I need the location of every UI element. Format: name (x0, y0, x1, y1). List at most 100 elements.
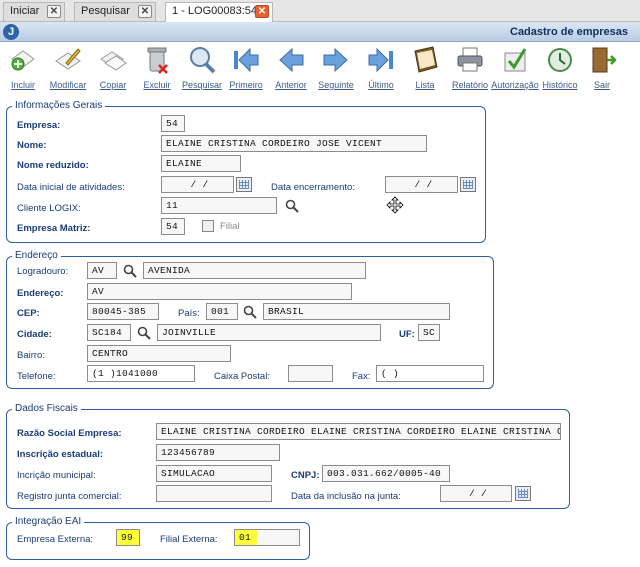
filial-checkbox[interactable] (202, 220, 214, 232)
uf-field[interactable]: SC (418, 324, 440, 341)
search-icon[interactable] (123, 264, 137, 278)
nome-reduzido-field[interactable]: ELAINE (161, 155, 241, 172)
data-inclusao-label: Data da inclusão na junta: (291, 491, 401, 502)
toolbar: Incluir Modificar Copiar Excluir Pesquis… (0, 42, 640, 92)
search-icon[interactable] (243, 305, 257, 319)
incluir-button[interactable]: Incluir (3, 45, 43, 91)
empresa-field[interactable]: 54 (161, 115, 185, 132)
razao-social-field[interactable]: ELAINE CRISTINA CORDEIRO ELAINE CRISTINA… (156, 423, 561, 440)
sair-button[interactable]: Sair (582, 45, 622, 91)
fax-label: Fax: (352, 371, 371, 382)
bairro-label: Bairro: (17, 350, 45, 361)
close-icon[interactable]: ✕ (47, 5, 61, 18)
nome-label: Nome: (17, 140, 47, 151)
last-icon (368, 47, 393, 73)
window-title-bar: J Cadastro de empresas (0, 22, 640, 42)
search-icon[interactable] (137, 326, 151, 340)
cidade-desc-field[interactable]: JOINVILLE (157, 324, 381, 341)
data-inicial-field[interactable]: / / (161, 176, 234, 193)
historico-button[interactable]: Histórico (540, 45, 580, 91)
telefone-field[interactable]: (1 )1041000 (87, 365, 195, 382)
tab-log00083[interactable]: 1 - LOG00083:54 ✕ (165, 2, 273, 22)
close-icon[interactable]: ✕ (255, 5, 269, 18)
endereco-field[interactable]: AV (87, 283, 352, 300)
data-inicial-label: Data inicial de atividades: (17, 182, 125, 193)
cidade-code-field[interactable]: SC184 (87, 324, 131, 341)
group-title: Endereço (12, 250, 61, 261)
data-encerramento-label: Data encerramento: (271, 182, 355, 193)
cliente-field[interactable]: 11 (161, 197, 277, 214)
copy-icon (100, 51, 127, 71)
logradouro-label: Logradouro: (17, 266, 69, 277)
tab-iniciar[interactable]: Iniciar ✕ (3, 2, 65, 21)
bairro-field[interactable]: CENTRO (87, 345, 231, 362)
authorization-icon (504, 48, 527, 72)
search-icon (190, 47, 216, 74)
primeiro-button[interactable]: Primeiro (226, 45, 266, 91)
filial-externa-label: Filial Externa: (160, 534, 218, 545)
filial-externa-field[interactable]: 01 (234, 529, 300, 546)
empresa-externa-label: Empresa Externa: (17, 534, 94, 545)
cliente-label: Cliente LOGIX: (17, 203, 81, 214)
empresa-matriz-field[interactable]: 54 (161, 218, 185, 235)
next-icon (323, 47, 348, 73)
copiar-button[interactable]: Copiar (93, 45, 133, 91)
exit-icon (592, 47, 616, 73)
relatorio-button[interactable]: Relatório (450, 45, 490, 91)
move-cursor-icon (386, 196, 404, 214)
app-logo-icon: J (3, 24, 19, 40)
caixa-postal-label: Caixa Postal: (214, 371, 270, 382)
add-icon (11, 50, 35, 71)
edit-icon (55, 48, 81, 70)
ultimo-button[interactable]: Último (361, 45, 401, 91)
pais-code-field[interactable]: 001 (206, 303, 238, 320)
cnpj-field[interactable]: 003.031.662/0005-40 (322, 465, 450, 482)
calendar-icon[interactable] (515, 486, 531, 501)
group-title: Dados Fiscais (12, 403, 81, 414)
delete-icon (147, 47, 168, 74)
inscricao-estadual-field[interactable]: 123456789 (156, 444, 280, 461)
search-icon[interactable] (285, 199, 299, 213)
cidade-label: Cidade: (17, 329, 52, 340)
history-icon (548, 48, 572, 72)
endereco-label: Endereço: (17, 288, 64, 299)
seguinte-button[interactable]: Seguinte (316, 45, 356, 91)
cnpj-label: CNPJ: (291, 470, 320, 481)
group-title: Informações Gerais (12, 100, 106, 111)
fax-field[interactable]: ( ) (376, 365, 484, 382)
cep-field[interactable]: 80045-385 (87, 303, 159, 320)
razao-social-label: Razão Social Empresa: (17, 428, 122, 439)
nome-field[interactable]: ELAINE CRISTINA CORDEIRO JOSE VICENT (161, 135, 427, 152)
tab-pesquisar[interactable]: Pesquisar ✕ (74, 2, 156, 21)
calendar-icon[interactable] (460, 177, 476, 192)
group-title: Integração EAI (12, 516, 85, 527)
excluir-button[interactable]: Excluir (137, 45, 177, 91)
logradouro-desc-field[interactable]: AVENIDA (143, 262, 366, 279)
tab-label: 1 - LOG00083:54 (172, 5, 258, 17)
first-icon (234, 47, 259, 73)
telefone-label: Telefone: (17, 371, 56, 382)
data-encerramento-field[interactable]: / / (385, 176, 458, 193)
calendar-icon[interactable] (236, 177, 252, 192)
data-inclusao-field[interactable]: / / (440, 485, 512, 502)
inscricao-municipal-field[interactable]: SIMULACAO (156, 465, 272, 482)
close-icon[interactable]: ✕ (138, 5, 152, 18)
pesquisar-button[interactable]: Pesquisar (182, 45, 222, 91)
logradouro-code-field[interactable]: AV (87, 262, 117, 279)
anterior-button[interactable]: Anterior (271, 45, 311, 91)
pais-desc-field[interactable]: BRASIL (263, 303, 450, 320)
filial-label: Filial (220, 221, 240, 232)
empresa-label: Empresa: (17, 120, 61, 131)
caixa-postal-field[interactable] (288, 365, 333, 382)
empresa-externa-field[interactable]: 99 (116, 529, 140, 546)
modificar-button[interactable]: Modificar (48, 45, 88, 91)
autorizacao-button[interactable]: Autorização (491, 45, 539, 91)
registro-junta-field[interactable] (156, 485, 272, 502)
tab-bar: Iniciar ✕ Pesquisar ✕ 1 - LOG00083:54 ✕ (0, 0, 640, 22)
window-title: Cadastro de empresas (510, 26, 628, 38)
inscricao-estadual-label: Inscrição estadual: (17, 449, 104, 460)
previous-icon (279, 47, 304, 73)
nome-reduzido-label: Nome reduzido: (17, 160, 89, 171)
lista-button[interactable]: Lista (405, 45, 445, 91)
inscricao-municipal-label: Incrição municipal: (17, 470, 96, 481)
